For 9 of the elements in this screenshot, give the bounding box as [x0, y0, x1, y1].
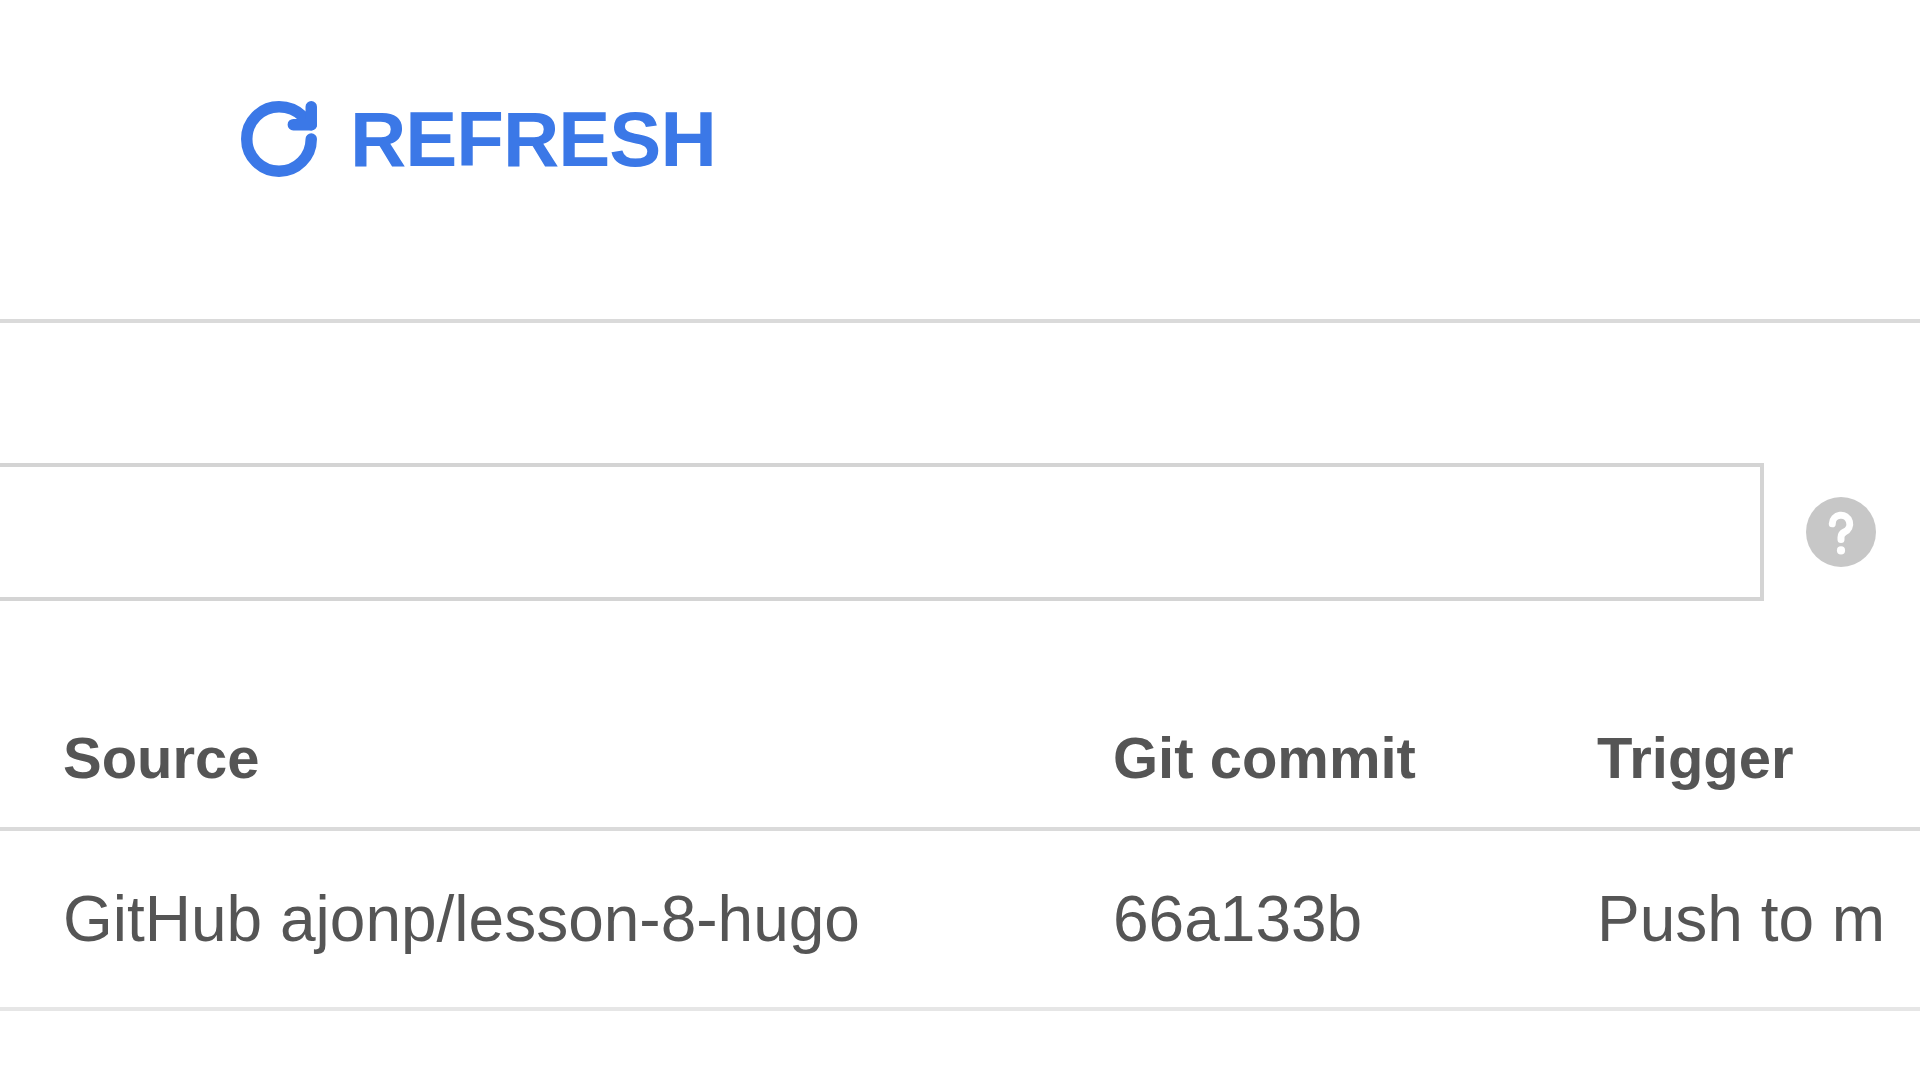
help-icon [1806, 497, 1876, 567]
filter-field[interactable] [0, 463, 1764, 601]
column-header: Trigger [1597, 725, 1794, 790]
column-header: Git commit [1113, 725, 1416, 790]
table-cell: GitHub ajonp/lesson-8-hugo [63, 883, 860, 955]
refresh-button[interactable]: REFRESH [230, 92, 722, 186]
table-cell: Push to m [1597, 883, 1886, 955]
column-header: Source [63, 725, 260, 790]
table-cell: 66a133b [1113, 883, 1363, 955]
